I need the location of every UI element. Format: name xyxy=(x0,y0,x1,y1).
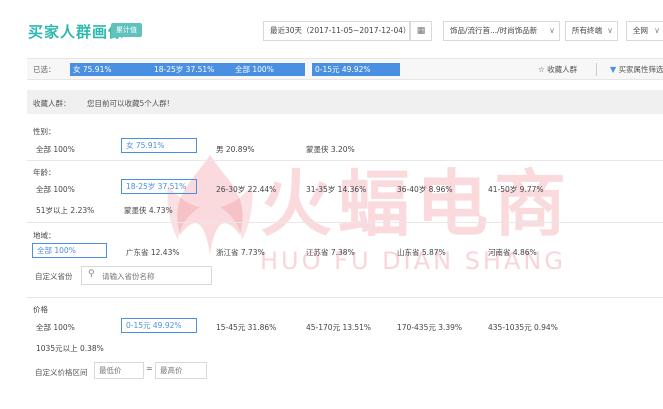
gender-title: 性别： xyxy=(33,127,56,136)
terminal-text: 所有终端 xyxy=(572,26,602,35)
province-search-input[interactable] xyxy=(102,270,208,282)
region-title: 地域： xyxy=(33,231,56,240)
filter-icon: ▼ xyxy=(610,65,617,74)
section-divider xyxy=(27,297,663,298)
favorite-crowd-button[interactable]: ☆ 收藏人群 xyxy=(538,64,577,75)
terminal-select[interactable]: 所有终端 ∨ xyxy=(565,21,618,41)
age-option-26-30[interactable]: 26-30岁 22.44% xyxy=(216,184,276,195)
price-option-170-435[interactable]: 170-435元 3.39% xyxy=(397,322,462,333)
custom-province-label: 自定义省份 xyxy=(35,272,73,281)
favorite-crowd-label: 收藏人群 xyxy=(547,65,578,74)
selected-chip-price[interactable]: 0-15元 49.92% xyxy=(312,63,400,76)
date-range-select[interactable]: 最近30天（2017-11-05~2017-12-04） xyxy=(263,21,410,41)
favorites-label: 收藏人群： xyxy=(33,99,71,108)
page-header: 买家人群画像 累计值 最近30天（2017-11-05~2017-12-04） … xyxy=(0,0,663,62)
gender-option-male[interactable]: 男 20.89% xyxy=(216,144,254,155)
age-option-51-plus[interactable]: 51岁以上 2.23% xyxy=(36,205,94,216)
scope-select[interactable]: 全网 ∨ xyxy=(626,21,663,41)
age-option-all[interactable]: 全部 100% xyxy=(36,184,75,195)
region-option-all[interactable]: 全部 100% xyxy=(32,243,107,258)
chevron-down-icon: ∨ xyxy=(654,26,660,35)
region-option-henan[interactable]: 河南省 4.86% xyxy=(488,247,537,258)
max-price-field[interactable] xyxy=(155,362,207,379)
price-title: 价格 xyxy=(33,305,48,314)
region-option-jiangsu[interactable]: 江苏省 7.38% xyxy=(306,247,355,258)
max-price-input[interactable] xyxy=(156,363,206,378)
chevron-down-icon: ∨ xyxy=(549,26,555,35)
category-select[interactable]: 饰品/流行首.../时尚饰品新 ∨ xyxy=(443,21,560,41)
region-option-guangdong[interactable]: 广东省 12.43% xyxy=(126,247,179,258)
selected-label: 已选： xyxy=(33,65,56,74)
region-option-zhejiang[interactable]: 浙江省 7.73% xyxy=(216,247,265,258)
price-option-all[interactable]: 全部 100% xyxy=(36,322,75,333)
section-divider xyxy=(27,160,663,161)
calendar-icon[interactable]: ▦ xyxy=(410,21,432,41)
star-icon: ☆ xyxy=(538,65,545,74)
age-option-31-35[interactable]: 31-35岁 14.36% xyxy=(306,184,366,195)
scope-text: 全网 xyxy=(633,26,648,35)
price-option-15-45[interactable]: 15-45元 31.86% xyxy=(216,322,276,333)
gender-option-unknown[interactable]: 蒙墨侠 3.20% xyxy=(306,144,355,155)
selected-chip-region[interactable]: 全部 100% xyxy=(232,63,305,76)
date-range-text: 最近30天（2017-11-05~2017-12-04） xyxy=(270,26,410,35)
selected-filters-bar: 已选： 女 75.91% 18-25岁 37.51% 全部 100% 0-15元… xyxy=(27,58,663,80)
price-option-0-15[interactable]: 0-15元 49.92% xyxy=(121,318,197,333)
range-separator: = xyxy=(146,364,153,373)
age-title: 年龄： xyxy=(33,168,56,177)
divider xyxy=(596,63,597,76)
buyer-filter-label: 买家属性筛选 xyxy=(618,65,663,74)
gender-option-all[interactable]: 全部 100% xyxy=(36,144,75,155)
province-search-box[interactable]: ⚲ xyxy=(81,266,212,285)
region-option-shandong[interactable]: 山东省 5.87% xyxy=(397,247,446,258)
min-price-input[interactable] xyxy=(95,363,143,378)
gender-option-female[interactable]: 女 75.91% xyxy=(121,138,197,153)
age-option-unknown[interactable]: 蒙墨侠 4.73% xyxy=(124,205,173,216)
price-option-1035-plus[interactable]: 1035元以上 0.38% xyxy=(36,343,104,354)
cumulative-badge: 累计值 xyxy=(111,23,142,37)
page-title: 买家人群画像 xyxy=(28,23,125,41)
search-icon: ⚲ xyxy=(88,269,95,279)
chevron-down-icon: ∨ xyxy=(607,26,613,35)
favorites-bar: 收藏人群： 您目前可以收藏5个人群! xyxy=(27,90,663,114)
section-divider xyxy=(27,222,663,223)
min-price-field[interactable] xyxy=(94,362,144,379)
age-option-18-25[interactable]: 18-25岁 37.51% xyxy=(121,179,197,194)
price-option-45-170[interactable]: 45-170元 13.51% xyxy=(306,322,371,333)
favorites-hint: 您目前可以收藏5个人群! xyxy=(87,99,170,108)
custom-price-label: 自定义价格区间 xyxy=(35,368,88,377)
buyer-filter-toggle[interactable]: ▼ 买家属性筛选 ∧ xyxy=(610,64,663,75)
age-option-36-40[interactable]: 36-40岁 8.96% xyxy=(397,184,453,195)
price-option-435-1035[interactable]: 435-1035元 0.94% xyxy=(488,322,558,333)
watermark: 火蝠电商 HUO FU DIAN SHANG xyxy=(160,145,640,295)
selected-chip-age[interactable]: 18-25岁 37.51% xyxy=(151,63,241,76)
category-text: 饰品/流行首.../时尚饰品新 xyxy=(450,26,538,35)
age-option-41-50[interactable]: 41-50岁 9.77% xyxy=(488,184,544,195)
